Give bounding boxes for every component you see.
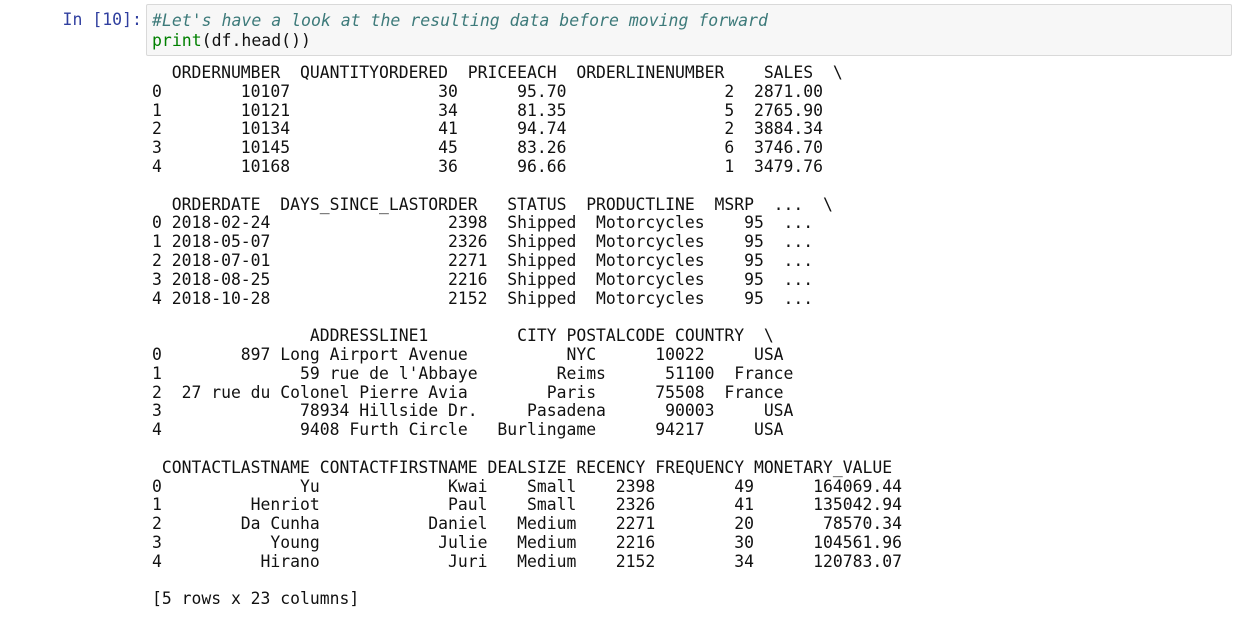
- output-line: 2 10134 41 94.74 2 3884.34: [152, 119, 824, 139]
- code-line-print: print(df.head()): [152, 31, 1231, 51]
- output-text: ORDERNUMBER QUANTITYORDERED PRICEEACH OR…: [152, 63, 1242, 609]
- output-line: 1 2018-05-07 2326 Shipped Motorcycles 95…: [152, 232, 814, 252]
- output-line: 3 Young Julie Medium 2216 30 104561.96: [152, 532, 902, 552]
- output-line: 3 2018-08-25 2216 Shipped Motorcycles 95…: [152, 269, 814, 289]
- output-line: 4 2018-10-28 2152 Shipped Motorcycles 95…: [152, 288, 814, 308]
- output-line: ADDRESSLINE1 CITY POSTALCODE COUNTRY \: [152, 326, 774, 346]
- output-line: 2 27 rue du Colonel Pierre Avia Paris 75…: [152, 382, 784, 402]
- output-line: 2 2018-07-01 2271 Shipped Motorcycles 95…: [152, 250, 814, 270]
- print-arguments: (df.head()): [201, 31, 311, 50]
- notebook-cell[interactable]: In [10]: #Let's have a look at the resul…: [0, 0, 1256, 625]
- output-line: 0 10107 30 95.70 2 2871.00: [152, 81, 824, 101]
- output-line: 1 10121 34 81.35 5 2765.90: [152, 100, 824, 120]
- print-function: print: [152, 31, 202, 50]
- output-line: ORDERNUMBER QUANTITYORDERED PRICEEACH OR…: [152, 63, 843, 82]
- output-line: CONTACTLASTNAME CONTACTFIRSTNAME DEALSIZ…: [152, 457, 893, 477]
- output-line: 4 10168 36 96.66 1 3479.76: [152, 156, 824, 176]
- cell-output: ORDERNUMBER QUANTITYORDERED PRICEEACH OR…: [152, 63, 1242, 614]
- output-line: 4 Hirano Juri Medium 2152 34 120783.07: [152, 551, 902, 571]
- output-line: 3 10145 45 83.26 6 3746.70: [152, 138, 824, 158]
- output-line: 0 2018-02-24 2398 Shipped Motorcycles 95…: [152, 213, 814, 233]
- output-line: 2 Da Cunha Daniel Medium 2271 20 78570.3…: [152, 514, 902, 534]
- code-editor[interactable]: #Let's have a look at the resulting data…: [146, 4, 1232, 56]
- output-line: 4 9408 Furth Circle Burlingame 94217 USA: [152, 420, 784, 440]
- output-line: ORDERDATE DAYS_SINCE_LASTORDER STATUS PR…: [152, 194, 833, 214]
- input-prompt: In [10]:: [62, 10, 142, 29]
- code-line-comment: #Let's have a look at the resulting data…: [152, 11, 1231, 31]
- output-line: 1 Henriot Paul Small 2326 41 135042.94: [152, 495, 902, 515]
- output-line: 3 78934 Hillside Dr. Pasadena 90003 USA: [152, 401, 794, 421]
- output-line: 0 Yu Kwai Small 2398 49 164069.44: [152, 476, 902, 496]
- output-line: 1 59 rue de l'Abbaye Reims 51100 France: [152, 363, 794, 383]
- output-line: 0 897 Long Airport Avenue NYC 10022 USA: [152, 344, 784, 364]
- code-comment: #Let's have a look at the resulting data…: [152, 11, 768, 30]
- output-line: [5 rows x 23 columns]: [152, 589, 360, 609]
